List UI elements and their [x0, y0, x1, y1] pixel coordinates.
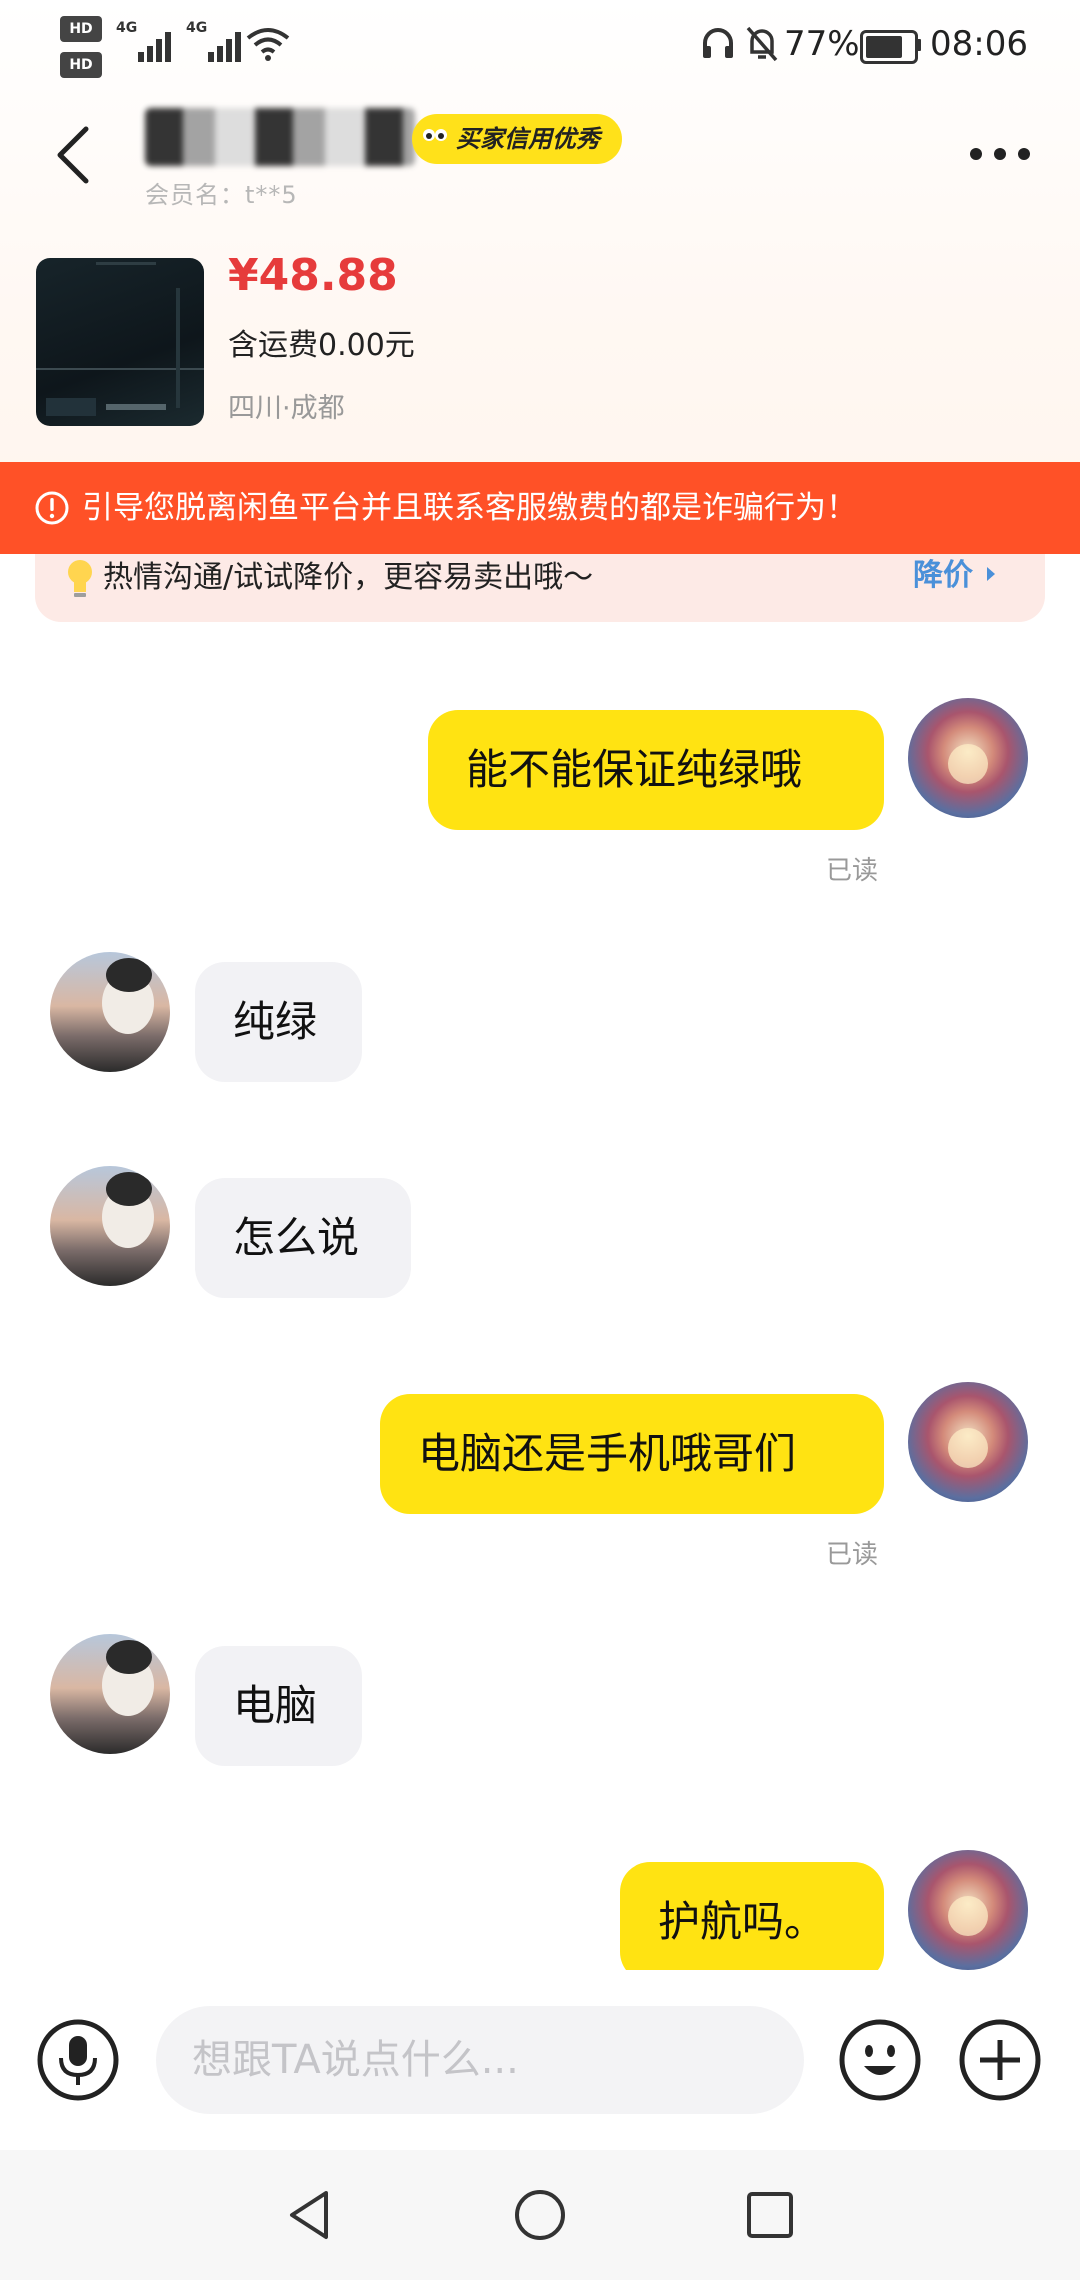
nav-home-icon[interactable] [510, 2185, 570, 2245]
message-input[interactable] [156, 2006, 804, 2114]
read-receipt: 已读 [826, 1540, 879, 1570]
my-avatar[interactable] [908, 1850, 1028, 1970]
credit-badge[interactable]: 买家信用优秀 [412, 114, 622, 164]
battery-percent: 77% [784, 24, 860, 64]
product-price: ¥48.88 [228, 250, 398, 301]
seller-avatar[interactable] [50, 1634, 170, 1754]
message-bubble-sent[interactable]: 电脑还是手机哦哥们 [380, 1394, 884, 1514]
signal-icon [138, 32, 171, 62]
message-bubble-received[interactable]: 怎么说 [195, 1178, 411, 1298]
battery-tip [916, 39, 921, 51]
reduce-price-label: 降价 [913, 558, 973, 593]
tip-text: 热情沟通/试试降价，更容易卖出哦～ [103, 560, 594, 595]
message-bubble-sent[interactable]: 护航吗。 [620, 1862, 884, 1982]
message-bubble-sent[interactable]: 能不能保证纯绿哦 [428, 710, 884, 830]
lightbulb-icon [68, 560, 92, 597]
emoji-icon[interactable] [838, 2018, 922, 2102]
product-thumbnail[interactable] [36, 258, 204, 426]
seller-name-blurred[interactable] [145, 108, 415, 166]
hd-badge: HD [60, 52, 102, 78]
my-avatar[interactable] [908, 1382, 1028, 1502]
badge-face-icon [423, 129, 447, 141]
nav-recents-icon[interactable] [740, 2185, 800, 2245]
headphones-icon [703, 28, 733, 58]
voice-input-icon[interactable] [36, 2018, 120, 2102]
caret-right-icon [987, 567, 996, 581]
nav-back-icon[interactable] [280, 2185, 340, 2245]
seller-avatar[interactable] [50, 1166, 170, 1286]
clock: 08:06 [930, 24, 1028, 64]
shipping-fee: 含运费0.00元 [228, 328, 415, 363]
alert-circle-icon [35, 491, 69, 525]
seller-avatar[interactable] [50, 952, 170, 1072]
battery-icon [860, 30, 918, 64]
my-avatar[interactable] [908, 698, 1028, 818]
add-more-icon[interactable] [958, 2018, 1042, 2102]
warning-text: 引导您脱离闲鱼平台并且联系客服缴费的都是诈骗行为！ [82, 490, 857, 526]
product-location: 四川·成都 [228, 393, 345, 424]
message-bubble-received[interactable]: 纯绿 [195, 962, 362, 1082]
status-bar: HD HD 4G 4G 77% 08:06 [0, 0, 1080, 90]
hd-badge: HD [60, 16, 102, 42]
credit-badge-label: 买家信用优秀 [456, 125, 600, 153]
read-receipt: 已读 [826, 856, 879, 886]
more-options-icon[interactable] [968, 146, 1032, 162]
mute-bell-icon [746, 26, 778, 62]
back-arrow-icon[interactable] [52, 125, 102, 185]
wifi-icon [246, 28, 290, 61]
reduce-price-button[interactable]: 降价 [913, 550, 999, 594]
signal-icon [208, 32, 241, 62]
fraud-warning-banner: 引导您脱离闲鱼平台并且联系客服缴费的都是诈骗行为！ [0, 462, 1080, 554]
message-bubble-received[interactable]: 电脑 [195, 1646, 362, 1766]
member-id: 会员名：t**5 [145, 181, 298, 209]
